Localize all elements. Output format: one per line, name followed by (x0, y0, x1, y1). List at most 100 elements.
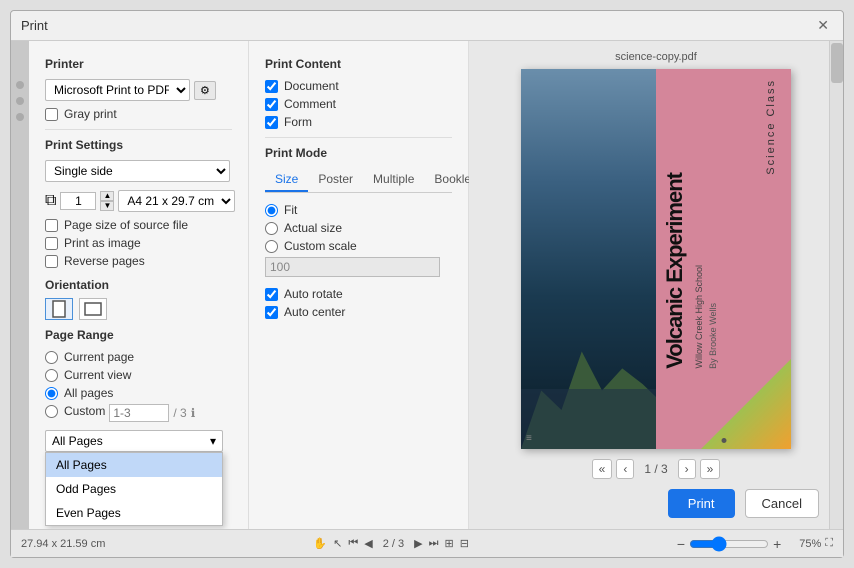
current-view-radio[interactable] (45, 369, 58, 382)
page-dot (16, 81, 24, 89)
page-nav: « ‹ 1 / 3 › » (592, 459, 721, 479)
orientation-row (45, 298, 232, 320)
print-as-image-checkbox[interactable] (45, 237, 58, 250)
dialog-body: Printer Microsoft Print to PDF ⚙ Gray pr… (11, 41, 843, 529)
preview-school: Willow Creek High School (694, 265, 704, 369)
print-mode-title: Print Mode (265, 146, 452, 160)
page-strip (11, 41, 29, 529)
dropdown-item-odd-pages[interactable]: Odd Pages (46, 477, 222, 501)
auto-rotate-label: Auto rotate (265, 287, 452, 301)
preview-author: By Brooke Wells (708, 303, 718, 369)
document-checkbox[interactable] (265, 80, 278, 93)
custom-range-input[interactable] (109, 404, 169, 422)
dialog-title: Print (21, 18, 48, 33)
fit-radio[interactable] (265, 204, 278, 217)
preview-book: ≡ Science Class Volcanic Experiment Will… (521, 69, 791, 449)
auto-rotate-checkbox[interactable] (265, 288, 278, 301)
first-page-button[interactable]: « (592, 459, 613, 479)
current-page-label: Current page (45, 350, 232, 364)
tab-multiple[interactable]: Multiple (363, 168, 424, 192)
close-button[interactable]: ✕ (813, 17, 833, 34)
gray-print-checkbox[interactable] (45, 108, 58, 121)
print-mode-tabs: Size Poster Multiple Booklet (265, 168, 452, 193)
next-page-button[interactable]: › (678, 459, 696, 479)
page-size-source-label: Page size of source file (45, 218, 232, 232)
printer-section-title: Printer (45, 57, 232, 71)
preview-bottom-graphic (701, 359, 791, 449)
fit-width-icon[interactable]: ⊟ (460, 537, 469, 550)
prev-page-status-button[interactable]: ◀ (364, 537, 372, 550)
form-checkbox[interactable] (265, 116, 278, 129)
fullscreen-icon[interactable]: ⛶ (825, 537, 833, 550)
action-row: Print Cancel (479, 489, 833, 518)
printer-row: Microsoft Print to PDF ⚙ (45, 79, 232, 101)
cancel-button[interactable]: Cancel (745, 489, 819, 518)
auto-center-label: Auto center (265, 305, 452, 319)
portrait-button[interactable] (45, 298, 73, 320)
pages-dropdown-container: All Pages ▾ All Pages Odd Pages Even Pag… (45, 430, 232, 452)
paper-size-select[interactable]: A4 21 x 29.7 cm (118, 190, 235, 212)
fit-page-icon[interactable]: ⊞ (444, 537, 453, 550)
all-pages-radio[interactable] (45, 387, 58, 400)
landscape-button[interactable] (79, 298, 107, 320)
scale-input[interactable] (265, 257, 440, 277)
reverse-pages-label: Reverse pages (45, 254, 232, 268)
page-size-source-checkbox[interactable] (45, 219, 58, 232)
pages-dropdown[interactable]: All Pages ▾ (45, 430, 223, 452)
prev-page-button[interactable]: ‹ (616, 459, 634, 479)
water-reflection (521, 389, 656, 449)
print-as-image-label: Print as image (45, 236, 232, 250)
reverse-pages-checkbox[interactable] (45, 255, 58, 268)
preview-scrollbar[interactable] (829, 41, 843, 529)
custom-scale-radio[interactable] (265, 240, 278, 253)
print-button[interactable]: Print (668, 489, 735, 518)
select-tool-icon[interactable]: ↖ (333, 537, 342, 550)
info-icon[interactable]: ℹ (191, 406, 196, 420)
page-range-section: Current page Current view All pages Cust… (45, 350, 232, 422)
middle-panel: Print Content Document Comment Form Prin… (249, 41, 469, 529)
fit-radio-group: Fit Actual size Custom scale (265, 203, 452, 253)
comment-checkbox[interactable] (265, 98, 278, 111)
print-settings-title: Print Settings (45, 138, 232, 152)
dropdown-item-even-pages[interactable]: Even Pages (46, 501, 222, 525)
print-dialog: Print ✕ Printer Microsoft Print to PDF ⚙… (10, 10, 844, 558)
tab-poster[interactable]: Poster (308, 168, 363, 192)
page-indicator: 1 / 3 (638, 462, 673, 476)
copies-up-button[interactable]: ▲ (100, 191, 114, 201)
custom-radio[interactable] (45, 405, 58, 418)
side-select[interactable]: Single side Both sides (Flip on Long edg… (45, 160, 230, 182)
zoom-in-button[interactable]: + (773, 536, 781, 552)
printer-properties-button[interactable]: ⚙ (194, 81, 216, 100)
dimensions-label: 27.94 x 21.59 cm (21, 538, 105, 550)
zoom-out-button[interactable]: − (677, 536, 685, 552)
first-page-status-button[interactable]: ⏮ (348, 537, 358, 550)
last-page-status-button[interactable]: ⏭ (429, 537, 439, 550)
actual-size-label: Actual size (265, 221, 452, 235)
custom-label: Custom (45, 404, 105, 418)
preview-panel: science-copy.pdf ≡ Science Class (469, 41, 843, 529)
printer-select[interactable]: Microsoft Print to PDF (45, 79, 190, 101)
copies-input[interactable] (60, 192, 96, 210)
left-panel: Printer Microsoft Print to PDF ⚙ Gray pr… (29, 41, 249, 529)
current-page-radio[interactable] (45, 351, 58, 364)
zoom-slider[interactable] (689, 536, 769, 552)
copies-spinner: ▲ ▼ (100, 191, 114, 211)
preview-filename: science-copy.pdf (615, 51, 697, 63)
comment-label: Comment (265, 97, 452, 111)
chevron-down-icon: ▾ (210, 434, 216, 448)
preview-class-text: Science Class (765, 79, 777, 175)
scroll-thumb (831, 43, 843, 83)
hand-tool-icon[interactable]: ✋ (313, 537, 327, 550)
copies-down-button[interactable]: ▼ (100, 201, 114, 211)
page-range-title: Page Range (45, 328, 232, 342)
tab-size[interactable]: Size (265, 168, 308, 192)
zoom-value: 75% (785, 538, 821, 550)
next-page-status-button[interactable]: ▶ (414, 537, 422, 550)
actual-size-radio[interactable] (265, 222, 278, 235)
menu-icon: ≡ (526, 433, 532, 444)
page-status-indicator: 2 / 3 (379, 538, 408, 550)
dropdown-item-all-pages[interactable]: All Pages (46, 453, 222, 477)
last-page-button[interactable]: » (700, 459, 721, 479)
auto-center-checkbox[interactable] (265, 306, 278, 319)
form-label: Form (265, 115, 452, 129)
